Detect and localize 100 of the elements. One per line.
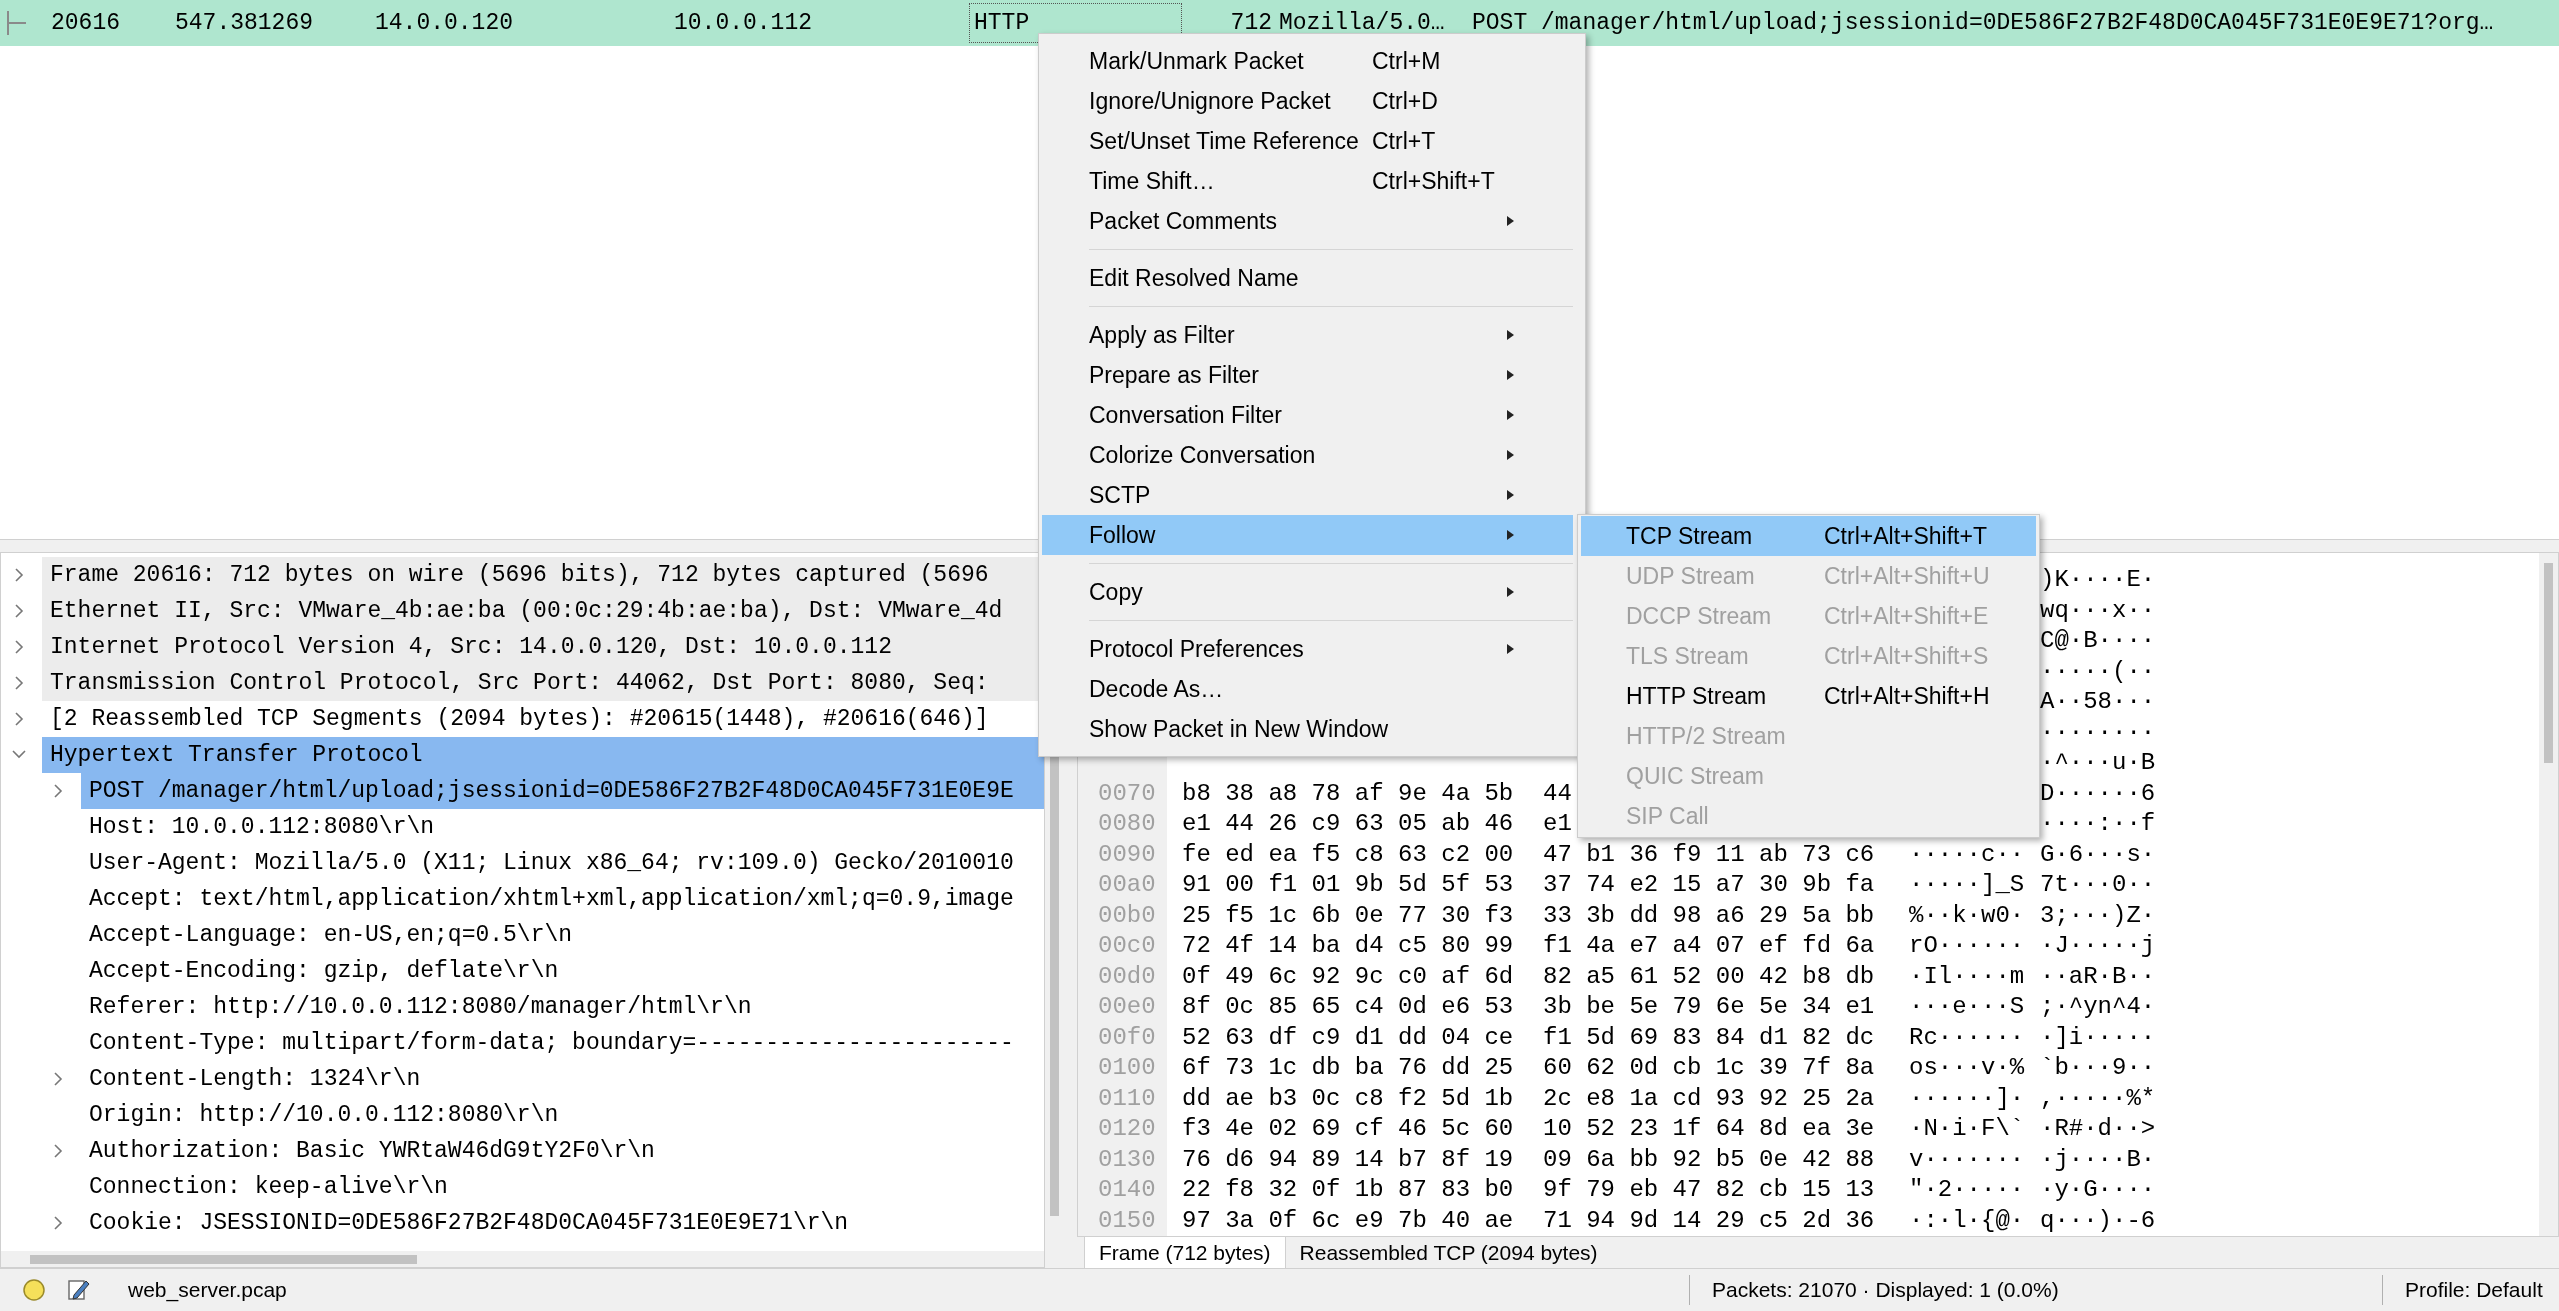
- ascii-text: ·····(··: [2040, 657, 2156, 685]
- submenu-arrow-icon: [1506, 369, 1516, 381]
- packet-cell-text: 14.0.0.120: [375, 8, 515, 38]
- menu-item[interactable]: Colorize Conversation: [1042, 435, 1573, 475]
- offset-label: 0130: [1098, 1145, 1156, 1173]
- ascii-text: v·······: [1909, 1145, 2025, 1173]
- hex-bytes: 33 3b dd 98 a6 29 5a bb: [1543, 901, 1875, 929]
- submenu-arrow-icon: [1506, 529, 1516, 541]
- offset-label: 00c0: [1098, 932, 1156, 960]
- menu-item[interactable]: SCTP: [1042, 475, 1573, 515]
- offset-label: 00b0: [1098, 901, 1156, 929]
- packet-cell-text: 712: [1229, 8, 1272, 38]
- hex-bytes: f1 5d 69 83 84 d1 82 dc: [1543, 1023, 1875, 1051]
- ascii-text: ·:·l·{@·: [1909, 1206, 2025, 1234]
- hex-bytes: 76 d6 94 89 14 b7 8f 19: [1182, 1145, 1514, 1173]
- ascii-text: G·6···s·: [2040, 840, 2156, 868]
- tree-item[interactable]: POST /manager/html/upload;jsessionid=0DE586F27B2F48D0CA045F731E0E9E: [81, 773, 1044, 809]
- hex-bytes: 9f 79 eb 47 82 cb 15 13: [1543, 1176, 1875, 1204]
- ascii-text: ,·····%*: [2040, 1084, 2156, 1112]
- hex-bytes: e1: [1543, 810, 1572, 838]
- horizontal-scrollbar[interactable]: [1, 1251, 1044, 1267]
- menu-item[interactable]: TCP Stream Ctrl+Alt+Shift+T: [1581, 516, 2036, 556]
- menu-item[interactable]: Follow: [1042, 515, 1573, 555]
- ascii-text: A··58···: [2040, 688, 2156, 716]
- packet-cell-text: 20616: [51, 8, 121, 38]
- hex-bytes: 10 52 23 1f 64 8d ea 3e: [1543, 1115, 1875, 1143]
- file-name: web_server.pcap: [128, 1277, 288, 1304]
- ascii-text: ·j····B·: [2040, 1145, 2156, 1173]
- submenu-arrow-icon: [1506, 449, 1516, 461]
- menu-item[interactable]: Edit Resolved Name: [1042, 258, 1573, 298]
- ascii-text: %··k·w0·: [1909, 901, 2025, 929]
- menu-item[interactable]: Time Shift… Ctrl+Shift+T: [1042, 161, 1573, 201]
- vertical-scrollbar[interactable]: [2539, 553, 2558, 1236]
- submenu-arrow-icon: [1506, 643, 1516, 655]
- menu-item[interactable]: Ignore/Unignore Packet Ctrl+D: [1042, 81, 1573, 121]
- hex-bytes: f1 4a e7 a4 07 ef fd 6a: [1543, 932, 1875, 960]
- ascii-text: q···)·-6: [2040, 1206, 2156, 1234]
- packet-count: Packets: 21070 · Displayed: 1 (0.0%): [1712, 1277, 2060, 1304]
- packet-row[interactable]: 20616 547.381269 14.0.0.120 10.0.0.112 HTTP 712 Mozilla/5.0… POST /manager/html/upload;jsessionid=0DE586F27B2F48D0CA045F731E0E9E71?org…: [0, 0, 2559, 46]
- tree-line-icon: [4, 9, 28, 37]
- ascii-text: ····:··f: [2040, 810, 2156, 838]
- hex-bytes: 44: [1543, 779, 1572, 807]
- hex-bytes: dd ae b3 0c c8 f2 5d 1b: [1182, 1084, 1514, 1112]
- menu-item[interactable]: Protocol Preferences: [1042, 629, 1573, 669]
- tab[interactable]: Frame (712 bytes): [1084, 1237, 1286, 1269]
- hex-bytes: 52 63 df c9 d1 dd 04 ce: [1182, 1023, 1514, 1051]
- ascii-text: ·····]_S: [1909, 871, 2025, 899]
- ascii-text: wq···x··: [2040, 596, 2156, 624]
- menu-item[interactable]: Apply as Filter: [1042, 315, 1573, 355]
- tree-item[interactable]: Hypertext Transfer Protocol: [42, 737, 1044, 773]
- offset-label: 0110: [1098, 1084, 1156, 1112]
- ascii-text: rO······: [1909, 932, 2025, 960]
- ascii-text: ·y·G····: [2040, 1176, 2156, 1204]
- menu-item[interactable]: Conversation Filter: [1042, 395, 1573, 435]
- menu-item[interactable]: Decode As…: [1042, 669, 1573, 709]
- packet-cell-text: Mozilla/5.0…: [1278, 8, 1446, 38]
- menu-item[interactable]: HTTP Stream Ctrl+Alt+Shift+H: [1581, 676, 2036, 716]
- ascii-text: ·R#·d··>: [2040, 1115, 2156, 1143]
- submenu-arrow-icon: [1506, 215, 1516, 227]
- offset-label: 0120: [1098, 1115, 1156, 1143]
- ascii-text: `b···9··: [2040, 1054, 2156, 1082]
- hex-bytes: 8f 0c 85 65 c4 0d e6 53: [1182, 993, 1514, 1021]
- ascii-text: D······6: [2040, 779, 2156, 807]
- hex-bytes: 0f 49 6c 92 9c c0 af 6d: [1182, 962, 1514, 990]
- ascii-text: ·N·i·F\`: [1909, 1115, 2025, 1143]
- submenu-arrow-icon: [1506, 329, 1516, 341]
- hex-bytes: 22 f8 32 0f 1b 87 83 b0: [1182, 1176, 1514, 1204]
- edit-note-icon: [66, 1277, 92, 1303]
- menu-item[interactable]: Set/Unset Time Reference Ctrl+T: [1042, 121, 1573, 161]
- hex-bytes: 25 f5 1c 6b 0e 77 30 f3: [1182, 901, 1514, 929]
- hex-bytes: 6f 73 1c db ba 76 dd 25: [1182, 1054, 1514, 1082]
- ascii-text: Rc······: [1909, 1023, 2025, 1051]
- ascii-text: 7t···0··: [2040, 871, 2156, 899]
- packet-cell-text: 10.0.0.112: [674, 8, 814, 38]
- hex-bytes: 97 3a 0f 6c e9 7b 40 ae: [1182, 1206, 1514, 1234]
- ascii-text: ······]·: [1909, 1084, 2025, 1112]
- hex-bytes: 60 62 0d cb 1c 39 7f 8a: [1543, 1054, 1875, 1082]
- offset-label: 0090: [1098, 840, 1156, 868]
- ascii-text: os···v·%: [1909, 1054, 2025, 1082]
- hex-bytes: 2c e8 1a cd 93 92 25 2a: [1543, 1084, 1875, 1112]
- menu-item[interactable]: Show Packet in New Window: [1042, 709, 1573, 749]
- menu-item[interactable]: Prepare as Filter: [1042, 355, 1573, 395]
- offset-label: 00e0: [1098, 993, 1156, 1021]
- hex-bytes: 09 6a bb 92 b5 0e 42 88: [1543, 1145, 1875, 1173]
- offset-label: 00a0: [1098, 871, 1156, 899]
- offset-label: 0100: [1098, 1054, 1156, 1082]
- submenu-arrow-icon: [1506, 409, 1516, 421]
- menu-item[interactable]: Copy: [1042, 572, 1573, 612]
- ascii-text: ·J·····j: [2040, 932, 2156, 960]
- profile-label: Profile: Default: [2405, 1277, 2543, 1304]
- menu-item[interactable]: Packet Comments: [1042, 201, 1573, 241]
- hex-bytes: 47 b1 36 f9 11 ab 73 c6: [1543, 840, 1875, 868]
- status-circle-icon: [22, 1278, 46, 1302]
- hex-bytes: e1 44 26 c9 63 05 ab 46: [1182, 810, 1514, 838]
- ascii-text: ·····c··: [1909, 840, 2025, 868]
- offset-label: 00f0: [1098, 1023, 1156, 1051]
- hex-bytes: 82 a5 61 52 00 42 b8 db: [1543, 962, 1875, 990]
- ascii-text: ;·^yn^4·: [2040, 993, 2156, 1021]
- ascii-text: "·2·····: [1909, 1176, 2025, 1204]
- hex-bytes: 37 74 e2 15 a7 30 9b fa: [1543, 871, 1875, 899]
